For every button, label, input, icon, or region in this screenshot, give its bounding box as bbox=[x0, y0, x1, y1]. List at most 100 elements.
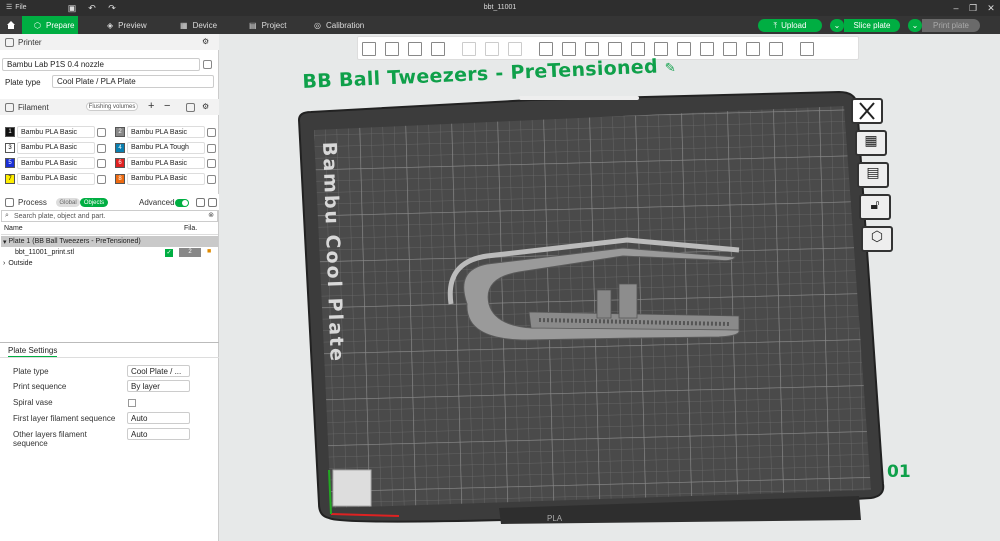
filament-name-select[interactable]: Bambu PLA Basic bbox=[17, 172, 95, 185]
tab-calibration[interactable]: ◎ Calibration bbox=[302, 16, 382, 34]
tab-device[interactable]: ▦ Device bbox=[168, 16, 228, 34]
object-filament-badge[interactable]: 2 bbox=[179, 248, 201, 257]
restore-icon[interactable]: ❐ bbox=[967, 2, 979, 14]
print-plate-button[interactable]: Print plate bbox=[922, 19, 980, 32]
global-toggle[interactable]: Global bbox=[56, 198, 80, 207]
tab-prepare[interactable]: ⬡ Prepare bbox=[22, 16, 78, 34]
tab-preview[interactable]: ◈ Preview bbox=[95, 16, 155, 34]
edit-filament-icon[interactable] bbox=[207, 159, 216, 168]
lock-plate-button[interactable]: 🔓︎ bbox=[859, 194, 891, 220]
tab-device-label: Device bbox=[192, 20, 218, 30]
cube-icon: ⬡ bbox=[34, 20, 41, 30]
tab-preview-label: Preview bbox=[118, 20, 147, 30]
edit-filament-icon[interactable] bbox=[97, 143, 106, 153]
orient-plate-button[interactable]: ▤ bbox=[857, 162, 889, 188]
edit-filament-icon[interactable] bbox=[97, 174, 106, 184]
save-preset-icon[interactable] bbox=[208, 198, 217, 207]
sync-filament-icon[interactable] bbox=[186, 103, 195, 112]
visible-check-icon[interactable]: ✓ bbox=[165, 249, 173, 257]
filament-color-swatch[interactable]: 4 bbox=[115, 142, 125, 153]
objects-toggle[interactable]: Objects bbox=[80, 198, 108, 207]
3d-viewport[interactable]: PLA Bambu Cool Plate BB Ball Tweezers - … bbox=[219, 34, 1000, 541]
edit-filament-icon[interactable] bbox=[97, 128, 106, 137]
plate-row-label: Plate 1 (BB Ball Tweezers - PreTensioned… bbox=[8, 238, 141, 245]
printer-icon bbox=[5, 37, 14, 47]
filament-color-swatch[interactable]: 5 bbox=[5, 158, 15, 168]
calibration-icon: ◎ bbox=[314, 20, 321, 30]
tab-calibration-label: Calibration bbox=[325, 20, 365, 30]
edit-filament-icon[interactable] bbox=[97, 159, 106, 168]
edit-filament-icon[interactable] bbox=[207, 143, 216, 153]
filament-name-select[interactable]: Bambu PLA Basic bbox=[127, 126, 205, 138]
printer-select[interactable]: Bambu Lab P1S 0.4 nozzle bbox=[2, 58, 200, 71]
upload-button[interactable]: ⤒ Upload bbox=[758, 19, 822, 32]
filament-name-select[interactable]: Bambu PLA Tough bbox=[127, 141, 205, 154]
flushing-volumes-button[interactable]: Flushing volumes bbox=[86, 102, 138, 111]
filament-section-label: Filament bbox=[18, 102, 49, 112]
plate-setting-label: Print sequence bbox=[13, 382, 67, 391]
search-icon: ⌕ bbox=[5, 212, 9, 219]
outside-row[interactable]: › Outside bbox=[1, 258, 218, 269]
edit-printer-icon[interactable] bbox=[203, 60, 212, 69]
spiral-vase-checkbox[interactable] bbox=[128, 399, 136, 407]
minimize-icon[interactable]: – bbox=[950, 2, 962, 14]
col-fila-header: Fila. bbox=[184, 225, 198, 232]
home-icon bbox=[7, 21, 15, 29]
print-dropdown[interactable]: ⌄ bbox=[908, 19, 922, 32]
remove-filament-icon[interactable]: − bbox=[164, 100, 170, 112]
device-icon: ▦ bbox=[180, 20, 188, 30]
plate-settings-button[interactable]: ⬡ bbox=[861, 226, 893, 252]
edit-filament-icon[interactable] bbox=[207, 128, 216, 137]
filament-color-swatch[interactable]: 6 bbox=[115, 158, 125, 168]
compare-icon[interactable] bbox=[196, 198, 205, 207]
process-section-label: Process bbox=[18, 197, 47, 207]
process-icon bbox=[5, 197, 14, 207]
filament-name-select[interactable]: Bambu PLA Basic bbox=[127, 157, 205, 169]
filament-color-swatch[interactable]: 2 bbox=[115, 127, 125, 137]
tab-project[interactable]: ▤ Project bbox=[237, 16, 297, 34]
settings-gear-icon[interactable]: ⚙ bbox=[202, 37, 209, 46]
advanced-toggle[interactable] bbox=[175, 199, 189, 207]
filament-section-header: Filament Flushing volumes + − ⚙ bbox=[0, 99, 219, 115]
expand-arrow-icon: ▾ bbox=[3, 238, 7, 246]
plate-setting-select[interactable]: Auto bbox=[127, 412, 190, 424]
filament-icon bbox=[5, 102, 14, 112]
plate-setting-select[interactable]: Auto bbox=[127, 428, 190, 440]
plate-type-value: Cool Plate / PLA Plate bbox=[57, 77, 136, 86]
arrange-plate-button[interactable]: ▦ bbox=[855, 130, 887, 156]
home-button[interactable] bbox=[0, 16, 22, 34]
plate-setting-label: Spiral vase bbox=[13, 398, 53, 407]
filament-name-select[interactable]: Bambu PLA Basic bbox=[127, 172, 205, 185]
clear-search-icon[interactable]: ⊗ bbox=[208, 211, 214, 219]
edit-filament-icon[interactable] bbox=[207, 174, 216, 184]
close-window-icon[interactable]: ✕ bbox=[985, 2, 997, 14]
filament-name-select[interactable]: Bambu PLA Basic bbox=[17, 141, 95, 154]
delete-plate-button[interactable] bbox=[851, 98, 883, 124]
printer-section-label: Printer bbox=[18, 37, 42, 47]
divider bbox=[0, 357, 219, 358]
slice-plate-label: Slice plate bbox=[853, 21, 891, 30]
orient-icon: ▤ bbox=[866, 164, 880, 180]
slice-plate-button[interactable]: Slice plate bbox=[844, 19, 900, 32]
plate-type-select[interactable]: Cool Plate / PLA Plate bbox=[52, 75, 214, 88]
object-row[interactable]: bbt_11001_print.stl ✓ 2 ■ bbox=[1, 247, 218, 258]
filament-color-swatch[interactable]: 3 bbox=[5, 142, 15, 153]
filament-name-select[interactable]: Bambu PLA Basic bbox=[17, 126, 95, 138]
plate-setting-select[interactable]: Cool Plate / ... bbox=[127, 365, 190, 377]
filament-color-swatch[interactable]: 8 bbox=[115, 173, 125, 184]
filament-settings-icon[interactable]: ⚙ bbox=[202, 102, 209, 111]
objects-table-header: Name Fila. bbox=[1, 223, 218, 235]
filament-color-swatch[interactable]: 7 bbox=[5, 173, 15, 184]
outside-row-label: Outside bbox=[8, 260, 33, 267]
plate-setting-select[interactable]: By layer bbox=[127, 380, 190, 392]
filament-name-select[interactable]: Bambu PLA Basic bbox=[17, 157, 95, 169]
window-title: bbt_11001 bbox=[483, 4, 517, 11]
plate-row[interactable]: ▾ Plate 1 (BB Ball Tweezers - PreTension… bbox=[1, 236, 218, 247]
object-search-input[interactable]: ⌕ Search plate, object and part. ⊗ bbox=[1, 210, 218, 222]
col-name-header: Name bbox=[4, 225, 23, 232]
upload-dropdown[interactable]: ⌄ bbox=[830, 19, 844, 32]
filament-color-swatch[interactable]: 1 bbox=[5, 127, 15, 137]
add-filament-icon[interactable]: + bbox=[148, 100, 154, 112]
edit-plate-name-icon[interactable]: ✎ bbox=[665, 61, 677, 76]
lock-icon[interactable]: ■ bbox=[207, 248, 211, 255]
